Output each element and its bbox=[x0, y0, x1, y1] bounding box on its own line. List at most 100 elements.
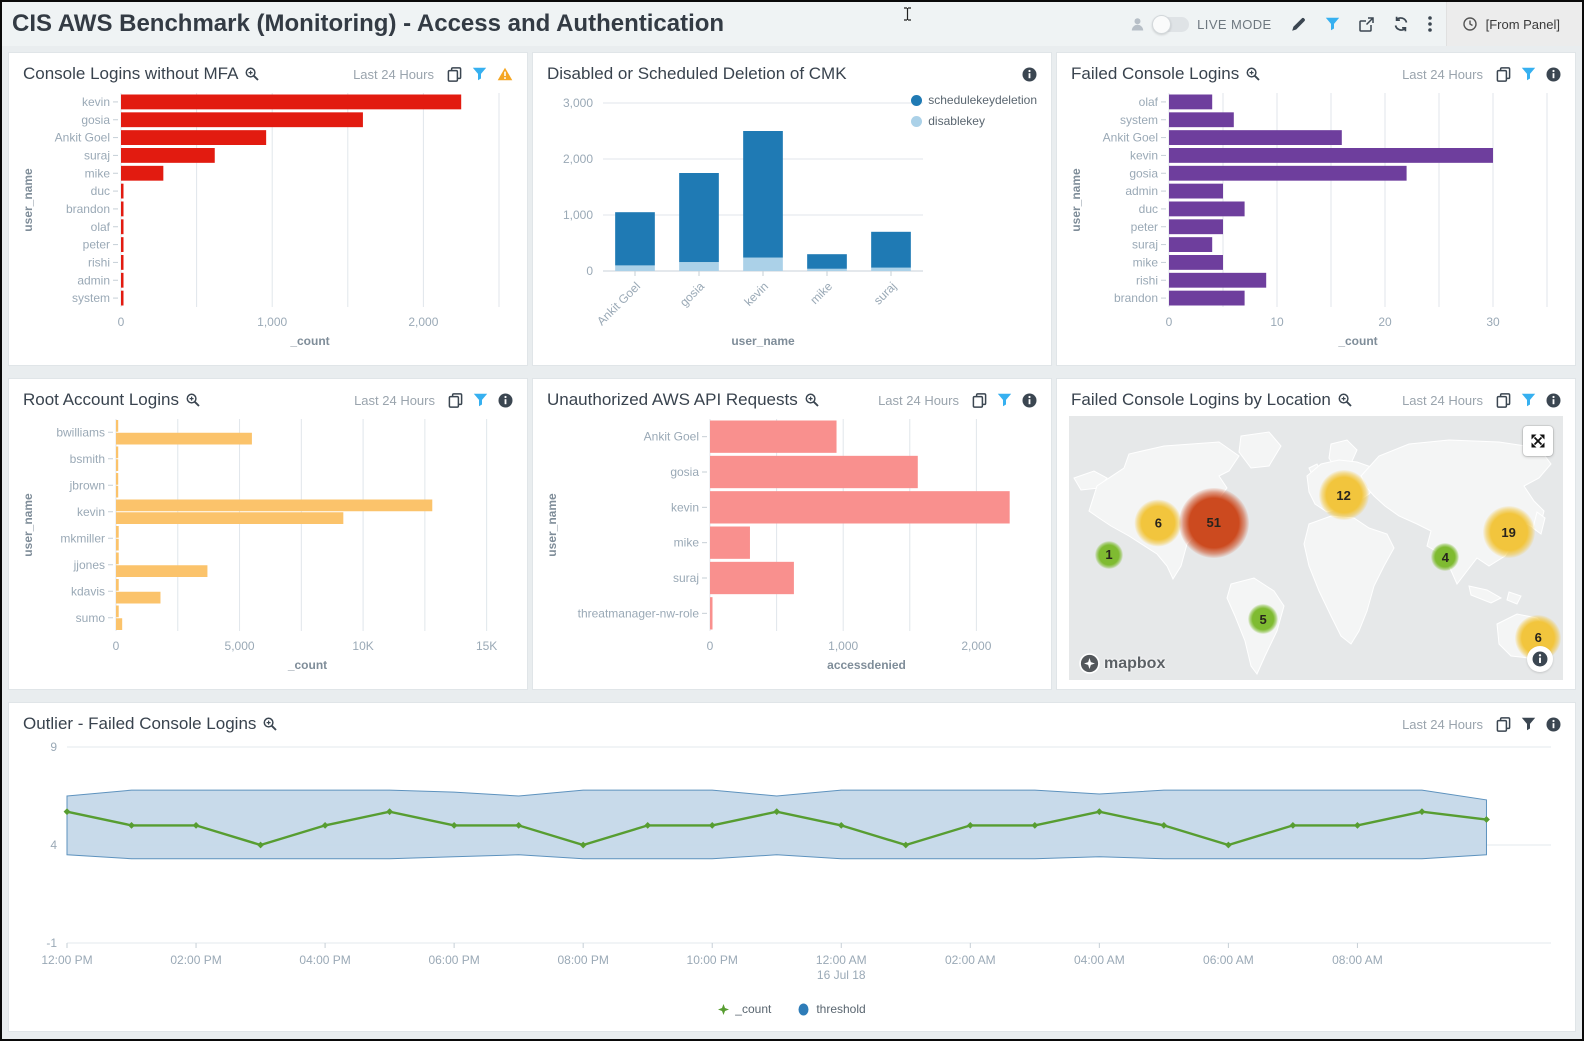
panel-failed-console-logins: Failed Console Logins Last 24 Hours olaf… bbox=[1056, 52, 1576, 366]
info-icon[interactable] bbox=[498, 393, 513, 408]
drilldown-icon[interactable] bbox=[1246, 67, 1260, 81]
panel-time-range[interactable]: Last 24 Hours bbox=[354, 393, 435, 408]
live-mode-toggle[interactable] bbox=[1153, 17, 1189, 32]
info-icon[interactable] bbox=[1546, 67, 1561, 82]
drilldown-icon[interactable] bbox=[805, 393, 819, 407]
svg-text:06:00 PM: 06:00 PM bbox=[428, 953, 479, 967]
legend-item-threshold[interactable]: threshold bbox=[797, 1002, 865, 1016]
copy-icon[interactable] bbox=[448, 393, 463, 408]
time-range-button[interactable]: [From Panel] bbox=[1446, 2, 1582, 46]
filter-icon[interactable] bbox=[1521, 393, 1536, 407]
outlier-line-chart[interactable]: 94-112:00 PM02:00 PM04:00 PM06:00 PM08:0… bbox=[21, 737, 1565, 999]
schedulekeydeletion-swatch bbox=[911, 95, 922, 106]
map-bubble[interactable]: 19 bbox=[1483, 506, 1535, 558]
copy-icon[interactable] bbox=[1496, 393, 1511, 408]
svg-text:0: 0 bbox=[118, 315, 125, 329]
info-icon[interactable] bbox=[1022, 67, 1037, 82]
copy-icon[interactable] bbox=[972, 393, 987, 408]
copy-icon[interactable] bbox=[1496, 67, 1511, 82]
filter-icon[interactable] bbox=[1521, 717, 1536, 731]
svg-text:_count: _count bbox=[1337, 334, 1377, 348]
copy-icon[interactable] bbox=[1496, 717, 1511, 732]
svg-text:mkmiller: mkmiller bbox=[60, 531, 105, 545]
filter-icon[interactable] bbox=[1325, 17, 1340, 31]
fullscreen-icon[interactable] bbox=[1523, 426, 1553, 456]
unauthorized-requests-bar-chart[interactable]: Ankit Goelgosiakevinmikesurajthreatmanag… bbox=[545, 413, 1039, 673]
svg-text:user_name: user_name bbox=[731, 334, 795, 348]
dashboard-body: Console Logins without MFA Last 24 Hours… bbox=[2, 46, 1582, 1038]
map-bubble[interactable]: 6 bbox=[1135, 499, 1182, 546]
svg-text:mike: mike bbox=[807, 279, 835, 307]
map-bubble[interactable]: 51 bbox=[1179, 488, 1249, 558]
share-icon[interactable] bbox=[1359, 17, 1374, 32]
panel-title: Console Logins without MFA bbox=[23, 64, 238, 84]
failed-logins-bar-chart[interactable]: olafsystemAnkit Goelkevingosiaadminducpe… bbox=[1069, 87, 1563, 349]
mfa-bar-chart[interactable]: kevingosiaAnkit Goelsurajmikeducbrandono… bbox=[21, 87, 515, 349]
map-bubble[interactable]: 12 bbox=[1319, 470, 1369, 520]
drilldown-icon[interactable] bbox=[263, 717, 277, 731]
svg-text:suraj: suraj bbox=[84, 148, 110, 162]
panel-time-range[interactable]: Last 24 Hours bbox=[353, 67, 434, 82]
svg-text:user_name: user_name bbox=[21, 168, 35, 232]
drilldown-icon[interactable] bbox=[245, 67, 259, 81]
info-icon[interactable] bbox=[1546, 717, 1561, 732]
map-canvas[interactable]: 65111219456 mapbox bbox=[1069, 416, 1563, 680]
edit-icon[interactable] bbox=[1291, 17, 1306, 32]
svg-text:suraj: suraj bbox=[673, 571, 699, 585]
svg-text:-1: -1 bbox=[46, 936, 57, 950]
info-icon[interactable] bbox=[1546, 393, 1561, 408]
svg-text:duc: duc bbox=[91, 184, 110, 198]
svg-text:kevin: kevin bbox=[82, 95, 110, 109]
panel-time-range[interactable]: Last 24 Hours bbox=[1402, 393, 1483, 408]
drilldown-icon[interactable] bbox=[1338, 393, 1352, 407]
panel-time-range[interactable]: Last 24 Hours bbox=[1402, 717, 1483, 732]
svg-text:rishi: rishi bbox=[88, 255, 110, 269]
svg-text:suraj: suraj bbox=[871, 279, 899, 307]
svg-text:10:00 PM: 10:00 PM bbox=[687, 953, 738, 967]
mapbox-attribution[interactable]: mapbox bbox=[1079, 653, 1165, 674]
svg-text:kevin: kevin bbox=[1130, 148, 1158, 162]
svg-text:12:00 PM: 12:00 PM bbox=[41, 953, 92, 967]
mapbox-icon bbox=[1079, 653, 1100, 674]
panel-title: Failed Console Logins by Location bbox=[1071, 390, 1331, 410]
mapbox-label: mapbox bbox=[1104, 655, 1165, 673]
svg-text:brandon: brandon bbox=[1114, 291, 1158, 305]
legend-item-disablekey[interactable]: disablekey bbox=[911, 114, 1037, 128]
legend-label: _count bbox=[735, 1002, 771, 1016]
svg-text:9: 9 bbox=[50, 740, 57, 754]
warning-icon[interactable] bbox=[497, 67, 513, 81]
filter-icon[interactable] bbox=[1521, 67, 1536, 81]
svg-text:02:00 PM: 02:00 PM bbox=[170, 953, 221, 967]
legend-item-schedulekeydeletion[interactable]: schedulekeydeletion bbox=[911, 93, 1037, 107]
svg-text:kevin: kevin bbox=[77, 505, 105, 519]
panel-unauthorized-api-requests: Unauthorized AWS API Requests Last 24 Ho… bbox=[532, 378, 1052, 690]
user-icon[interactable] bbox=[1130, 17, 1145, 32]
panel-time-range[interactable]: Last 24 Hours bbox=[878, 393, 959, 408]
svg-text:gosia: gosia bbox=[1129, 166, 1158, 180]
more-menu-icon[interactable] bbox=[1428, 16, 1432, 32]
map-bubble[interactable]: 4 bbox=[1431, 543, 1459, 571]
svg-text:peter: peter bbox=[83, 238, 110, 252]
filter-icon[interactable] bbox=[473, 393, 488, 407]
refresh-icon[interactable] bbox=[1393, 16, 1409, 32]
count-series-marker bbox=[718, 1004, 729, 1015]
map-bubble[interactable]: 1 bbox=[1095, 541, 1123, 569]
filter-icon[interactable] bbox=[997, 393, 1012, 407]
legend-item-count[interactable]: _count bbox=[718, 1002, 771, 1016]
svg-text:04:00 AM: 04:00 AM bbox=[1074, 953, 1125, 967]
drilldown-icon[interactable] bbox=[186, 393, 200, 407]
svg-text:suraj: suraj bbox=[1132, 238, 1158, 252]
panel-failed-logins-by-location: Failed Console Logins by Location Last 2… bbox=[1056, 378, 1576, 690]
info-icon[interactable] bbox=[1022, 393, 1037, 408]
panel-time-range[interactable]: Last 24 Hours bbox=[1402, 67, 1483, 82]
root-logins-bar-chart[interactable]: bwilliamsbsmithjbrownkevinmkmillerjjones… bbox=[21, 413, 515, 673]
map-info-icon[interactable] bbox=[1527, 646, 1553, 672]
svg-text:jbrown: jbrown bbox=[69, 478, 105, 492]
time-range-button-label: [From Panel] bbox=[1486, 17, 1560, 32]
copy-icon[interactable] bbox=[447, 67, 462, 82]
map-bubble[interactable]: 5 bbox=[1248, 604, 1278, 634]
disablekey-swatch bbox=[911, 116, 922, 127]
filter-icon[interactable] bbox=[472, 67, 487, 81]
svg-text:0: 0 bbox=[707, 639, 714, 653]
svg-text:Ankit Goel: Ankit Goel bbox=[594, 279, 643, 328]
